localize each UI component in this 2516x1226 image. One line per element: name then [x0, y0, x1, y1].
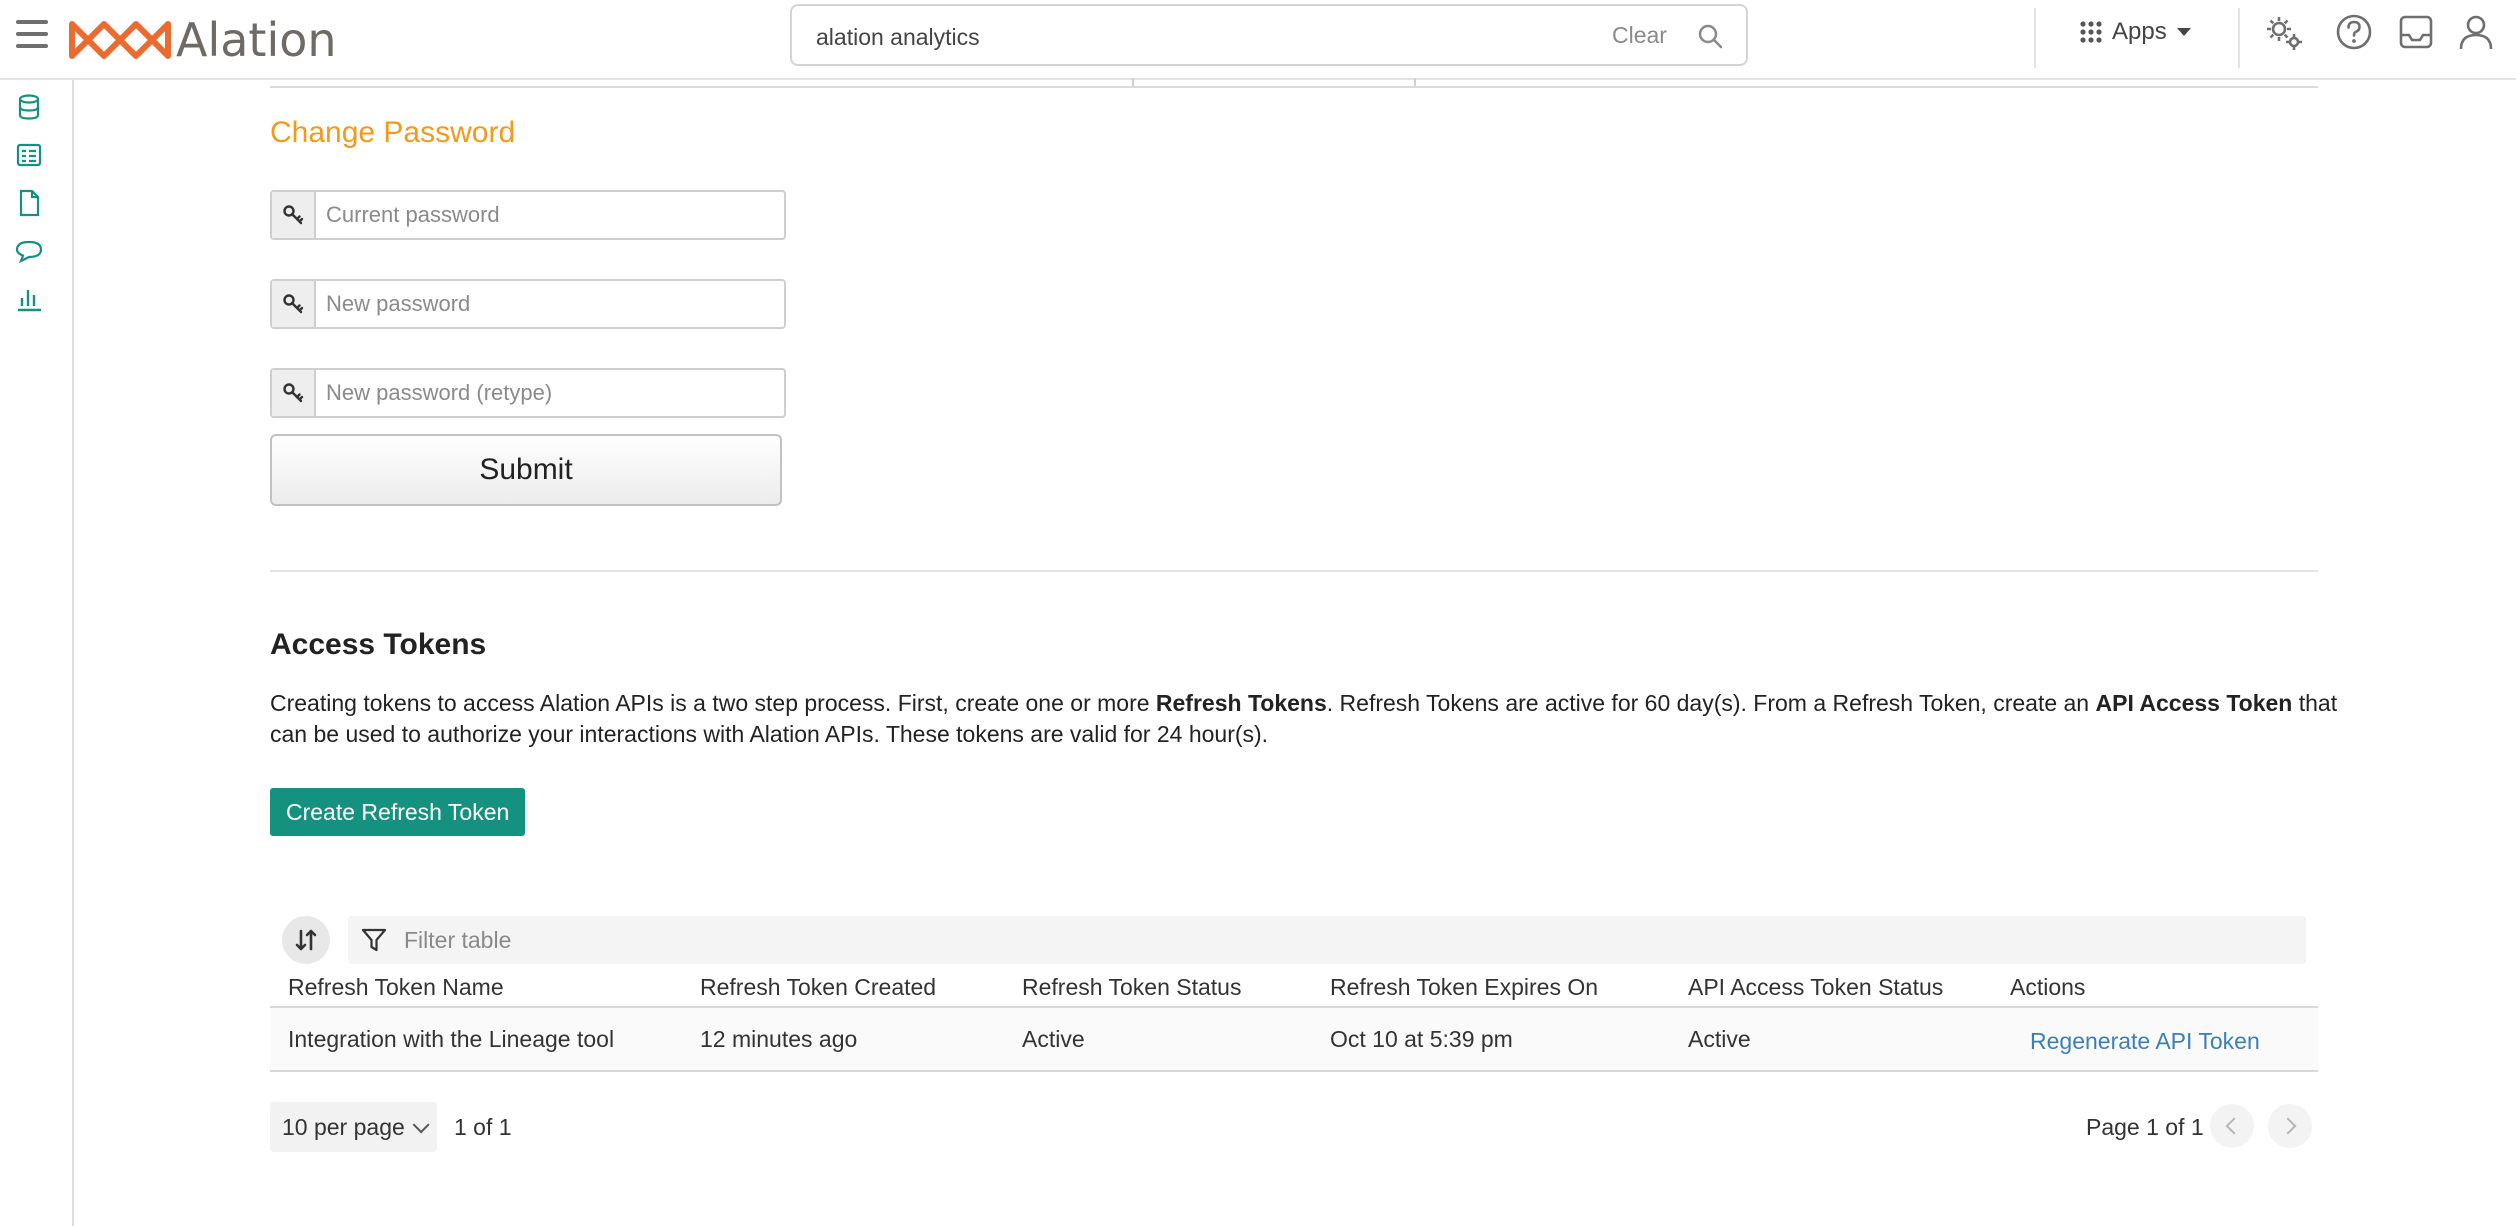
database-icon[interactable] [14, 92, 44, 122]
new-password-field [270, 279, 786, 329]
alation-bowtie-logo-icon [69, 21, 171, 59]
filter-table-input[interactable] [402, 925, 2206, 955]
current-password-input[interactable] [316, 192, 784, 238]
logo-text: Alation [176, 13, 337, 67]
column-header[interactable]: Refresh Token Expires On [1330, 974, 1598, 1001]
main-content: Change Password Submit Access Tokens Cre… [76, 78, 2516, 1226]
new-password-input[interactable] [316, 281, 784, 327]
search-icon[interactable] [1696, 22, 1724, 50]
apps-menu-button[interactable]: Apps [2080, 16, 2191, 48]
chevron-right-icon [2279, 1117, 2297, 1135]
key-icon [272, 192, 316, 238]
page-indicator: Page 1 of 1 [2086, 1114, 2204, 1140]
per-page-select[interactable]: 10 per page [270, 1102, 437, 1152]
menu-icon[interactable] [16, 20, 48, 50]
user-icon[interactable] [2456, 12, 2496, 52]
key-icon [272, 370, 316, 416]
api-token-status-cell: Active [1688, 1026, 1751, 1052]
sort-button[interactable] [282, 916, 330, 964]
conversation-icon[interactable] [14, 236, 44, 266]
row-count-label: 1 of 1 [454, 1114, 512, 1140]
key-icon [272, 281, 316, 327]
chevron-left-icon [2225, 1117, 2243, 1135]
column-header[interactable]: Refresh Token Created [700, 974, 936, 1001]
table-header: Refresh Token Name Refresh Token Created… [270, 968, 2318, 1008]
column-header[interactable]: Refresh Token Status [1022, 974, 1241, 1001]
sort-arrows-icon [295, 929, 317, 951]
create-refresh-token-button[interactable]: Create Refresh Token [270, 788, 526, 836]
token-name-cell: Integration with the Lineage tool [288, 1026, 615, 1052]
retype-password-input[interactable] [316, 370, 784, 416]
analytics-icon[interactable] [14, 284, 44, 314]
next-page-button[interactable] [2268, 1104, 2312, 1148]
regenerate-api-token-link[interactable]: Regenerate API Token [2030, 1028, 2260, 1055]
desc-text: Creating tokens to access Alation APIs i… [270, 690, 1156, 716]
desc-text: . Refresh Tokens are active for 60 day(s… [1326, 690, 2096, 716]
alation-logo[interactable]: Alation [68, 10, 337, 70]
token-expires-cell: Oct 10 at 5:39 pm [1330, 1026, 1513, 1052]
chevron-down-icon [2176, 28, 2191, 36]
search-input[interactable] [814, 18, 1578, 56]
desc-bold-api-access-token: API Access Token [2095, 690, 2293, 716]
global-search-box: Clear [790, 4, 1748, 66]
toolbar-divider [2034, 8, 2036, 68]
column-header[interactable]: Refresh Token Name [288, 974, 504, 1001]
desc-bold-refresh-tokens: Refresh Tokens [1155, 690, 1327, 716]
per-page-label: 10 per page [282, 1113, 405, 1140]
apps-grid-icon [2080, 21, 2102, 43]
table-row: Integration with the Lineage tool 12 min… [270, 1008, 2318, 1072]
retype-password-field [270, 368, 786, 418]
filter-icon [361, 928, 387, 952]
search-clear-button[interactable]: Clear [1612, 22, 1667, 49]
section-divider [270, 570, 2318, 572]
access-tokens-title: Access Tokens [270, 628, 487, 661]
current-password-field [270, 190, 786, 240]
previous-page-button[interactable] [2210, 1104, 2254, 1148]
access-tokens-description: Creating tokens to access Alation APIs i… [270, 688, 2340, 750]
catalog-icon[interactable] [14, 140, 44, 170]
apps-label: Apps [2112, 18, 2167, 45]
filter-table-box [348, 916, 2306, 964]
left-navigation-rail [0, 80, 74, 1226]
top-table-border [270, 78, 2318, 88]
toolbar-divider [2238, 8, 2240, 68]
document-icon[interactable] [14, 188, 44, 218]
token-created-cell: 12 minutes ago [700, 1026, 858, 1052]
column-header[interactable]: API Access Token Status [1688, 974, 1943, 1001]
chevron-down-icon [412, 1116, 430, 1134]
change-password-title: Change Password [270, 116, 516, 149]
settings-gears-icon[interactable] [2264, 12, 2304, 52]
submit-button[interactable]: Submit [270, 434, 782, 506]
inbox-icon[interactable] [2396, 12, 2436, 52]
token-status-cell: Active [1022, 1026, 1085, 1052]
top-navigation-bar: Alation Clear Apps [0, 0, 2516, 80]
column-header[interactable]: Actions [2010, 974, 2085, 1001]
help-icon[interactable] [2334, 12, 2374, 52]
